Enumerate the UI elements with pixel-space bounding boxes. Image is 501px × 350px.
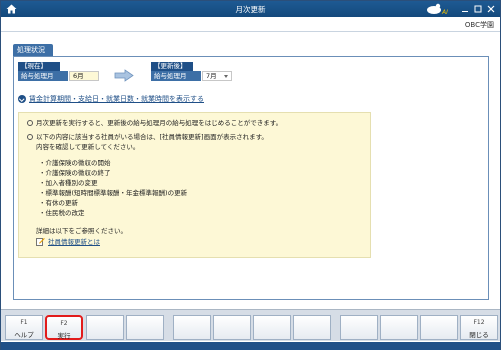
f5-button[interactable] xyxy=(173,315,211,340)
current-month-label: 給与処理月 xyxy=(18,71,68,81)
f12-close-button[interactable]: F12 閉じる xyxy=(460,315,498,340)
list-item: ・有休の更新 xyxy=(39,199,78,207)
f2-execute-button[interactable]: F2 実行 xyxy=(45,315,83,340)
minimize-icon[interactable] xyxy=(459,3,471,15)
f9-button[interactable] xyxy=(340,315,378,340)
updated-header: 【更新後】 xyxy=(151,62,193,71)
f1-help-button[interactable]: F1 ヘルプ xyxy=(5,315,43,340)
updated-month-select[interactable]: 7月 xyxy=(202,71,232,81)
info-note: 詳細は以下をご参照ください。 xyxy=(36,227,127,235)
f3-button[interactable] xyxy=(86,315,124,340)
app-window: 月次更新 AI OBC学園 処理状況 【現在】 給与処理月 6月 【更新後】 給… xyxy=(0,0,501,350)
title-bar: 月次更新 AI xyxy=(1,1,500,17)
show-details-label[interactable]: 賃金計算期間・支給日・就業日数・就業時間を表示する xyxy=(29,94,204,104)
current-month-value: 6月 xyxy=(69,71,99,81)
info-line-3: 内容を確認して更新してください。 xyxy=(36,143,140,151)
bottom-bar xyxy=(1,342,500,350)
info-box: 月次更新を実行すると、更新後の給与処理月の給与処理をはじめることができます。 以… xyxy=(18,112,371,258)
company-bar: OBC学園 xyxy=(1,17,500,32)
right-arrow-icon xyxy=(114,69,134,82)
f6-button[interactable] xyxy=(213,315,251,340)
list-item: ・介護保険の徴収の終了 xyxy=(39,169,111,177)
list-item: ・住民税の改定 xyxy=(39,209,85,217)
list-item: ・加入者種別の変更 xyxy=(39,179,98,187)
close-icon[interactable] xyxy=(485,3,497,15)
tab-status[interactable]: 処理状況 xyxy=(13,44,53,56)
help-link[interactable]: 社員情報更新とは xyxy=(36,237,100,247)
list-item: ・標準報酬(短時間標準報酬・年金標準報酬)の更新 xyxy=(39,189,188,197)
list-item: ・介護保険の徴収の開始 xyxy=(39,159,111,167)
chevron-down-circle-icon xyxy=(18,95,26,103)
obc-logo-icon: AI xyxy=(427,3,448,15)
maximize-icon[interactable] xyxy=(472,3,484,15)
f8-button[interactable] xyxy=(293,315,331,340)
f11-button[interactable] xyxy=(420,315,458,340)
f4-button[interactable] xyxy=(126,315,164,340)
edit-doc-icon xyxy=(36,238,45,246)
updated-month-label: 給与処理月 xyxy=(151,71,201,81)
f10-button[interactable] xyxy=(380,315,418,340)
company-name: OBC学園 xyxy=(464,21,494,29)
bullet-icon xyxy=(27,134,33,140)
bullet-icon xyxy=(27,120,33,126)
chevron-down-icon xyxy=(224,75,228,78)
function-key-bar: F1 ヘルプ F2 実行 F12 閉じる xyxy=(1,309,500,341)
current-header: 【現在】 xyxy=(18,62,60,71)
svg-text:AI: AI xyxy=(441,9,448,15)
f7-button[interactable] xyxy=(253,315,291,340)
info-line-1: 月次更新を実行すると、更新後の給与処理月の給与処理をはじめることができます。 xyxy=(27,119,282,128)
updated-month-value: 7月 xyxy=(206,72,217,80)
info-line-2: 以下の内容に該当する社員がいる場合は、[社員情報更新]画面が表示されます。 xyxy=(27,133,268,142)
